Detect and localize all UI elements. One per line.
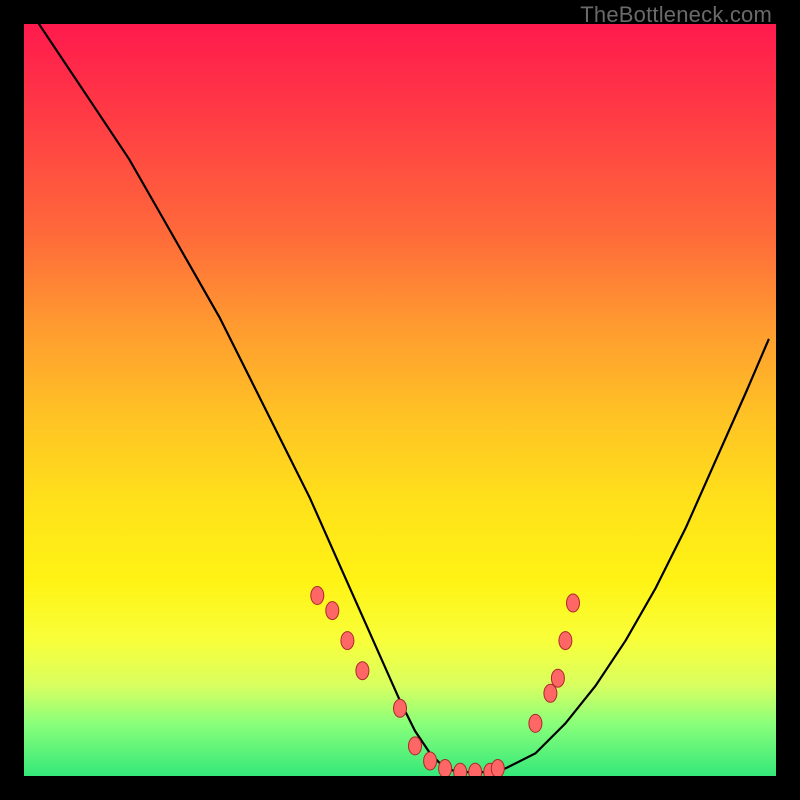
data-point	[439, 760, 452, 777]
data-point	[544, 684, 557, 702]
data-point	[454, 763, 467, 776]
watermark-label: TheBottleneck.com	[580, 2, 772, 28]
data-points	[311, 587, 580, 777]
bottleneck-curve	[39, 24, 769, 772]
data-point	[311, 587, 324, 605]
data-point	[394, 699, 407, 717]
data-point	[356, 662, 369, 680]
chart-frame: TheBottleneck.com	[0, 0, 800, 800]
data-point	[551, 669, 564, 687]
data-point	[491, 760, 504, 777]
data-point	[529, 714, 542, 732]
data-point	[409, 737, 422, 755]
data-point	[341, 632, 354, 650]
data-point	[424, 752, 437, 770]
curve-layer	[24, 24, 776, 776]
data-point	[326, 602, 339, 620]
data-point	[567, 594, 580, 612]
data-point	[469, 763, 482, 776]
data-point	[559, 632, 572, 650]
plot-area	[24, 24, 776, 776]
